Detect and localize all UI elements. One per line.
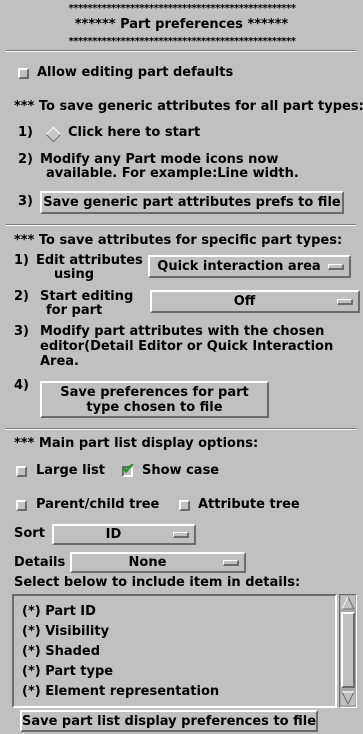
save-part-type-prefs-button[interactable]: Save preferences for part type chosen to… bbox=[40, 381, 269, 418]
specific-step3-number: 3) bbox=[14, 324, 29, 339]
parent-child-tree-label: Parent/child tree bbox=[36, 497, 160, 512]
specific-step3-line1: Modify part attributes with the chosen bbox=[40, 324, 325, 339]
editor-select[interactable]: Quick interaction area bbox=[148, 255, 351, 278]
large-list-label: Large list bbox=[36, 463, 105, 478]
generic-step3-number: 3) bbox=[18, 194, 33, 209]
include-items-label: Select below to include item in details: bbox=[14, 575, 301, 590]
attribute-tree-checkbox[interactable] bbox=[179, 500, 190, 511]
dropdown-indicator-icon bbox=[173, 531, 189, 538]
details-select[interactable]: None bbox=[70, 552, 246, 573]
editor-select-value: Quick interaction area bbox=[157, 259, 321, 274]
allow-editing-label: Allow editing part defaults bbox=[37, 65, 234, 80]
header-stars-bottom: ****************************************… bbox=[68, 37, 296, 47]
list-item[interactable]: (*) Element representation bbox=[22, 684, 219, 700]
part-select-value: Off bbox=[233, 294, 256, 309]
save-part-type-prefs-line2: type chosen to file bbox=[86, 399, 223, 415]
specific-step1-line2: using bbox=[54, 267, 95, 282]
list-item[interactable]: (*) Shaded bbox=[22, 644, 100, 660]
click-here-to-start[interactable]: Click here to start bbox=[68, 125, 200, 141]
sort-select[interactable]: ID bbox=[52, 524, 196, 545]
generic-heading: *** To save generic attributes for all p… bbox=[14, 99, 363, 114]
details-select-value: None bbox=[128, 555, 167, 570]
specific-divider bbox=[6, 428, 356, 430]
specific-step4-number: 4) bbox=[14, 378, 29, 393]
details-label: Details bbox=[14, 555, 66, 570]
header-stars-top: ****************************************… bbox=[68, 4, 296, 14]
diamond-icon[interactable] bbox=[45, 126, 62, 143]
display-heading: *** Main part list display options: bbox=[14, 436, 259, 451]
parent-child-tree-checkbox[interactable] bbox=[16, 500, 27, 511]
save-part-type-prefs-line1: Save preferences for part bbox=[60, 384, 249, 400]
generic-divider bbox=[6, 224, 356, 226]
specific-step2-line2: for part bbox=[46, 303, 103, 318]
save-generic-prefs-button[interactable]: Save generic part attributes prefs to fi… bbox=[40, 191, 344, 214]
scroll-thumb[interactable] bbox=[341, 612, 355, 688]
scroll-down-arrow-icon[interactable] bbox=[341, 691, 355, 706]
attribute-tree-label: Attribute tree bbox=[198, 497, 300, 512]
dropdown-indicator-icon bbox=[223, 559, 239, 566]
generic-step2-line2: available. For example:Line width. bbox=[46, 166, 299, 181]
show-case-checkbox[interactable]: ✔ bbox=[122, 461, 135, 477]
show-case-label: Show case bbox=[142, 463, 220, 478]
part-preferences-panel: ****************************************… bbox=[0, 0, 363, 734]
list-item[interactable]: (*) Visibility bbox=[22, 624, 109, 640]
page-title: ****** Part preferences ****** bbox=[74, 17, 289, 32]
sort-label: Sort bbox=[14, 526, 45, 541]
list-item[interactable]: (*) Part type bbox=[22, 664, 113, 680]
details-item-list[interactable]: (*) Part ID (*) Visibility (*) Shaded (*… bbox=[12, 594, 337, 708]
large-list-checkbox[interactable] bbox=[16, 466, 27, 477]
save-display-prefs-button[interactable]: Save part list display preferences to fi… bbox=[20, 710, 318, 732]
list-item[interactable]: (*) Part ID bbox=[22, 604, 96, 620]
list-scrollbar[interactable] bbox=[339, 594, 357, 708]
generic-step2-number: 2) bbox=[18, 152, 33, 167]
allow-editing-checkbox[interactable] bbox=[18, 68, 29, 79]
dropdown-indicator-icon bbox=[328, 263, 344, 270]
scroll-up-arrow-icon[interactable] bbox=[341, 595, 355, 610]
header-divider bbox=[6, 50, 356, 52]
part-select[interactable]: Off bbox=[150, 290, 360, 313]
generic-step1-number: 1) bbox=[18, 125, 33, 140]
sort-select-value: ID bbox=[105, 527, 122, 542]
check-mark-icon: ✔ bbox=[122, 459, 136, 478]
specific-heading: *** To save attributes for specific part… bbox=[14, 233, 343, 248]
specific-step3-line2: editor(Detail Editor or Quick Interactio… bbox=[40, 339, 334, 354]
specific-step2-number: 2) bbox=[14, 289, 29, 304]
specific-step1-number: 1) bbox=[14, 253, 29, 268]
specific-step3-line3: Area. bbox=[40, 354, 79, 369]
dropdown-indicator-icon bbox=[337, 298, 353, 305]
